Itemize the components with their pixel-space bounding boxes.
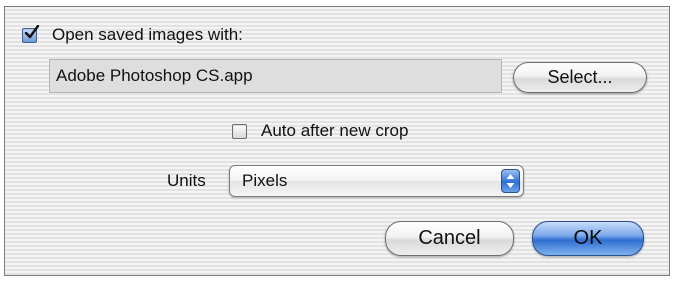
- preferences-dialog: Open saved images with: Adobe Photoshop …: [4, 6, 670, 276]
- units-label: Units: [167, 171, 206, 190]
- units-select[interactable]: Pixels: [229, 165, 524, 197]
- cancel-button[interactable]: Cancel: [385, 221, 514, 256]
- units-select-value: Pixels: [242, 171, 288, 190]
- application-path-field: Adobe Photoshop CS.app: [49, 59, 502, 93]
- ok-button[interactable]: OK: [532, 221, 644, 256]
- select-button[interactable]: Select...: [513, 62, 647, 93]
- updown-arrows-icon: [501, 169, 520, 193]
- checkmark-icon: [24, 25, 40, 39]
- auto-after-new-crop-label[interactable]: Auto after new crop: [261, 121, 408, 141]
- open-saved-images-label[interactable]: Open saved images with:: [52, 25, 243, 45]
- auto-after-new-crop-checkbox[interactable]: [232, 124, 247, 139]
- open-saved-images-checkbox[interactable]: [22, 25, 40, 43]
